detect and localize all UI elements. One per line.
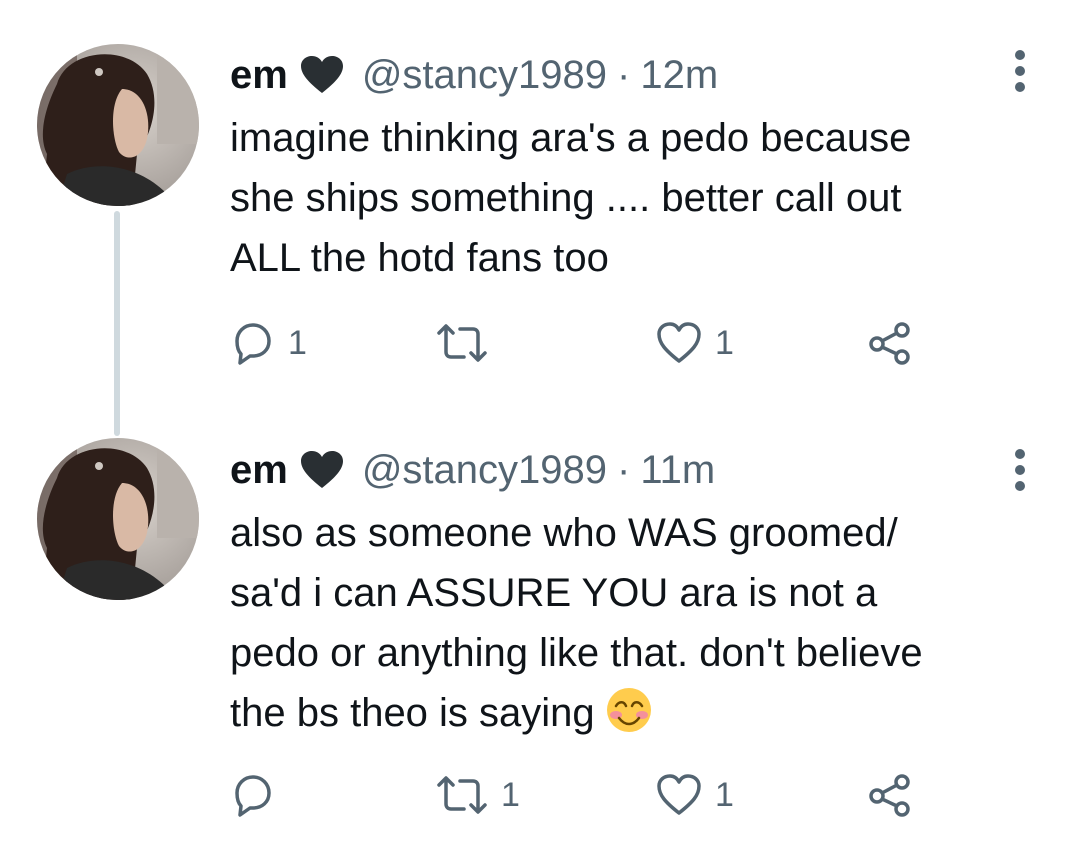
smiling-face-with-blush-emoji	[605, 686, 653, 734]
reply-count: 1	[288, 323, 307, 362]
like-heart-icon	[655, 772, 703, 818]
display-name[interactable]: em	[230, 53, 288, 98]
avatar[interactable]	[37, 438, 199, 600]
share-button[interactable]	[867, 318, 913, 368]
tweet[interactable]: em @stancy1989 · 12m imagine thinking ar…	[0, 0, 1080, 436]
timestamp[interactable]: 12m	[640, 53, 718, 98]
handle[interactable]: @stancy1989	[362, 448, 607, 493]
retweet-button[interactable]	[435, 318, 501, 368]
retweet-icon	[435, 772, 489, 818]
reply-button[interactable]: 1	[230, 318, 307, 368]
like-button[interactable]: 1	[655, 318, 734, 368]
handle[interactable]: @stancy1989	[362, 53, 607, 98]
separator-dot: ·	[617, 52, 631, 97]
retweet-icon	[435, 320, 489, 366]
more-vertical-icon[interactable]	[1013, 445, 1027, 495]
action-bar: 1 1	[230, 318, 930, 368]
tweet-text: imagine thinking ara's a pedo because sh…	[230, 116, 912, 280]
like-count: 1	[715, 775, 734, 814]
action-bar: 1 1	[230, 770, 930, 820]
black-heart-icon	[300, 55, 344, 95]
timestamp[interactable]: 11m	[640, 448, 715, 493]
tweet-header: em @stancy1989 · 12m	[230, 50, 718, 100]
like-button[interactable]: 1	[655, 770, 734, 820]
like-count: 1	[715, 323, 734, 362]
separator-dot: ·	[617, 447, 631, 492]
black-heart-icon	[300, 450, 344, 490]
tweet[interactable]: em @stancy1989 · 11m also as someone who…	[0, 420, 1080, 849]
reply-icon	[230, 320, 276, 366]
share-icon	[867, 320, 913, 366]
share-icon	[867, 772, 913, 818]
avatar[interactable]	[37, 44, 199, 206]
share-button[interactable]	[867, 770, 913, 820]
reply-button[interactable]	[230, 770, 288, 820]
tweet-header: em @stancy1989 · 11m	[230, 445, 715, 495]
thread-line	[114, 211, 120, 436]
tweet-text-content: also as someone who WAS groomed/ sa'd i …	[230, 511, 923, 735]
display-name[interactable]: em	[230, 448, 288, 493]
more-vertical-icon[interactable]	[1013, 46, 1027, 96]
retweet-count: 1	[501, 775, 520, 814]
reply-icon	[230, 772, 276, 818]
tweet-text: also as someone who WAS groomed/ sa'd i …	[230, 503, 1050, 743]
like-heart-icon	[655, 320, 703, 366]
retweet-button[interactable]: 1	[435, 770, 520, 820]
